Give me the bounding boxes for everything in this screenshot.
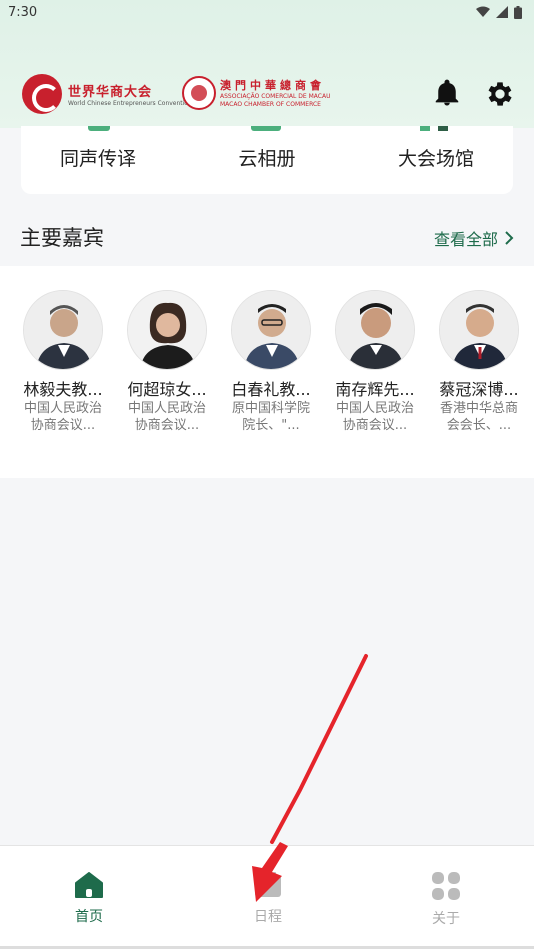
guest-description: 中国人民政治协商会议... [23,401,102,433]
menu-item-interpretation[interactable]: 同声传译 [28,126,168,194]
battery-icon [514,5,522,19]
bottom-tab-bar: 首页 日程 关于 [0,845,534,949]
chevron-right-icon [505,231,514,245]
guest-avatar [231,290,311,370]
guests-section-header: 主要嘉宾 查看全部 [0,218,534,256]
guest-name: 蔡冠深博... [439,380,519,399]
wcec-logo-mark [22,74,62,114]
wcec-logo-en: World Chinese Entrepreneurs Convention [68,100,192,107]
tab-label: 日程 [254,909,282,925]
menu-item-label: 同声传译 [59,148,136,170]
guest-card[interactable]: 蔡冠深博... 香港中华总商会会长、... [429,290,529,434]
guest-description: 香港中华总商会会长、... [439,401,518,433]
quick-menu-card: 同声传译 云相册 大会场馆 [21,126,513,194]
status-icons [476,5,522,19]
guest-card[interactable]: 林毅夫教... 中国人民政治协商会议... [13,290,113,434]
guest-card[interactable]: 何超琼女... 中国人民政治协商会议... [117,290,217,434]
menu-item-label: 云相册 [238,148,296,170]
wifi-icon [476,6,490,17]
guest-name: 白春礼教... [231,380,311,399]
guest-avatar [439,290,519,370]
macao-chamber-seal [182,76,216,110]
macao-chamber-en-pt: ASSOCIAÇÃO COMERCIAL DE MACAU [220,93,331,100]
guest-description: 中国人民政治协商会议... [335,401,414,433]
venue-icon [420,126,452,131]
menu-item-cloud-album[interactable]: 云相册 [197,126,337,194]
status-time: 7:30 [8,4,38,20]
tab-label: 首页 [75,909,103,925]
guest-card[interactable]: 白春礼教... 原中国科学院院长、"... [221,290,321,434]
tab-home[interactable]: 首页 [39,872,139,926]
tab-schedule[interactable]: 日程 [218,872,318,926]
tab-about[interactable]: 关于 [396,872,496,928]
wcec-logo-cn: 世界华商大会 [68,85,153,100]
guest-description: 中国人民政治协商会议... [127,401,206,433]
home-icon [75,872,103,898]
interpretation-icon [88,126,110,131]
signal-icon [496,6,508,18]
guests-list: 林毅夫教... 中国人民政治协商会议... 何超琼女... 中国人民政治协商会议… [0,266,534,478]
guest-description: 原中国科学院院长、"... [231,401,310,433]
view-all-label: 查看全部 [433,230,498,249]
app-header: 世界华商大会 World Chinese Entrepreneurs Conve… [0,66,534,122]
macao-chamber-en: MACAO CHAMBER OF COMMERCE [220,101,321,108]
guest-card[interactable]: 南存辉先... 中国人民政治协商会议... [325,290,425,434]
menu-item-label: 大会场馆 [397,148,474,170]
wcec-logo: 世界华商大会 World Chinese Entrepreneurs Conve… [22,74,192,114]
macao-chamber-cn: 澳門中華總商會 [220,79,325,92]
guest-avatar [23,290,103,370]
guest-avatar [335,290,415,370]
guest-name: 何超琼女... [127,380,207,399]
view-all-link[interactable]: 查看全部 [434,226,514,250]
grid-icon [432,872,460,900]
macao-chamber-logo: 澳門中華總商會 ASSOCIAÇÃO COMERCIAL DE MACAU MA… [182,76,330,110]
status-bar: 7:30 [0,0,534,24]
calendar-icon [255,872,281,897]
settings-gear-icon[interactable] [484,78,516,110]
guest-name: 南存辉先... [335,380,415,399]
cloud-album-icon [251,126,281,131]
guest-name: 林毅夫教... [23,380,103,399]
notification-bell-icon[interactable] [432,78,462,108]
section-title: 主要嘉宾 [20,226,104,250]
tab-label: 关于 [432,911,460,927]
guest-avatar [127,290,207,370]
menu-item-venue[interactable]: 大会场馆 [366,126,506,194]
